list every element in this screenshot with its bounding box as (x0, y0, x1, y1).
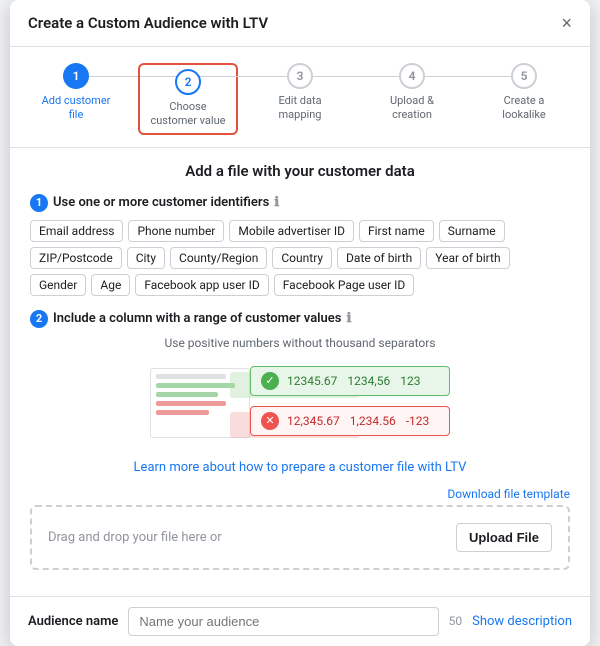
section1-badge: 1 (30, 194, 48, 212)
good-val-2: 1234,56 (347, 374, 390, 388)
char-count: 50 (449, 614, 463, 628)
drop-zone[interactable]: Drag and drop your file here or Upload F… (30, 505, 570, 570)
audience-name-input[interactable] (128, 607, 438, 636)
identifier-tag[interactable]: Facebook app user ID (135, 274, 268, 296)
step-3-label: Edit data mapping (260, 94, 340, 123)
tags-container: Email addressPhone numberMobile advertis… (30, 220, 570, 296)
bad-val-3: -123 (406, 414, 430, 428)
learn-more-link[interactable]: Learn more about how to prepare a custom… (30, 460, 570, 475)
modal-header: Create a Custom Audience with LTV × (10, 0, 590, 47)
section2-badge: 2 (30, 310, 48, 328)
identifier-tag[interactable]: City (127, 247, 165, 269)
section2: 2 Include a column with a range of custo… (30, 310, 570, 448)
bad-values: 12,345.67 1,234.56 -123 (287, 414, 429, 428)
bad-val-1: 12,345.67 (287, 414, 340, 428)
step-1-circle: 1 (63, 63, 89, 89)
identifier-tag[interactable]: Phone number (128, 220, 224, 242)
step-1-label: Add customer file (36, 94, 116, 123)
identifier-tag[interactable]: Mobile advertiser ID (229, 220, 354, 242)
good-val-1: 12345.67 (287, 374, 337, 388)
step-2-circle: 2 (175, 69, 201, 95)
steps-bar: 1 Add customer file 2 Choose customer va… (10, 47, 590, 148)
body-title: Add a file with your customer data (30, 162, 570, 180)
identifier-tag[interactable]: Country (272, 247, 332, 269)
step-4: 4 Upload & creation (356, 63, 468, 123)
audience-name-label: Audience name (28, 614, 118, 629)
section1-label-text: Use one or more customer identifiers (53, 195, 269, 210)
upload-button[interactable]: Upload File (456, 523, 552, 552)
drop-text: Drag and drop your file here or (48, 530, 222, 545)
identifier-tag[interactable]: Year of birth (426, 247, 509, 269)
example-visual: ✓ 12345.67 1234,56 123 ✕ 12,345.67 (150, 358, 450, 448)
modal-footer: Audience name 50 Show description (10, 596, 590, 646)
bad-val-2: 1,234.56 (350, 414, 396, 428)
example-box: ✓ 12345.67 1234,56 123 ✕ 12,345.67 (30, 358, 570, 448)
modal-title: Create a Custom Audience with LTV (28, 14, 268, 32)
identifier-tag[interactable]: Gender (30, 274, 86, 296)
section2-label-text: Include a column with a range of custome… (53, 311, 342, 326)
identifier-tag[interactable]: ZIP/Postcode (30, 247, 122, 269)
identifier-tag[interactable]: County/Region (170, 247, 267, 269)
step-4-label: Upload & creation (372, 94, 452, 123)
good-values: 12345.67 1234,56 123 (287, 374, 420, 388)
identifier-tag[interactable]: Date of birth (337, 247, 421, 269)
positive-note: Use positive numbers without thousand se… (30, 336, 570, 350)
step-3: 3 Edit data mapping (244, 63, 356, 123)
section2-info-icon[interactable]: ℹ (347, 311, 352, 326)
identifier-tag[interactable]: First name (359, 220, 434, 242)
section1-info-icon[interactable]: ℹ (274, 195, 279, 210)
modal-body: Add a file with your customer data 1 Use… (10, 148, 590, 596)
step-1: 1 Add customer file (20, 63, 132, 123)
create-audience-modal: Create a Custom Audience with LTV × 1 Ad… (10, 0, 590, 646)
step-5-label: Create a lookalike (484, 94, 564, 123)
identifier-tag[interactable]: Email address (30, 220, 123, 242)
identifier-tag[interactable]: Age (91, 274, 130, 296)
step-5: 5 Create a lookalike (468, 63, 580, 123)
identifier-tag[interactable]: Surname (439, 220, 505, 242)
download-link[interactable]: Download file template (30, 487, 570, 501)
step-3-circle: 3 (287, 63, 313, 89)
good-val-3: 123 (400, 374, 420, 388)
close-button[interactable]: × (561, 14, 572, 32)
section1-label-row: 1 Use one or more customer identifiers ℹ (30, 194, 570, 212)
identifier-tag[interactable]: Facebook Page user ID (274, 274, 415, 296)
drop-zone-wrapper: Download file template Drag and drop you… (30, 487, 570, 570)
good-values-row: ✓ 12345.67 1234,56 123 (250, 366, 450, 396)
show-description-link[interactable]: Show description (472, 614, 572, 629)
bad-values-row: ✕ 12,345.67 1,234.56 -123 (250, 406, 450, 436)
step-2-label: Choose customer value (148, 100, 228, 129)
section2-label-row: 2 Include a column with a range of custo… (30, 310, 570, 328)
step-2: 2 Choose customer value (132, 63, 244, 135)
x-icon: ✕ (261, 412, 279, 430)
step-4-circle: 4 (399, 63, 425, 89)
step-2-wrapper: 2 Choose customer value (138, 63, 238, 135)
check-icon: ✓ (261, 372, 279, 390)
step-5-circle: 5 (511, 63, 537, 89)
